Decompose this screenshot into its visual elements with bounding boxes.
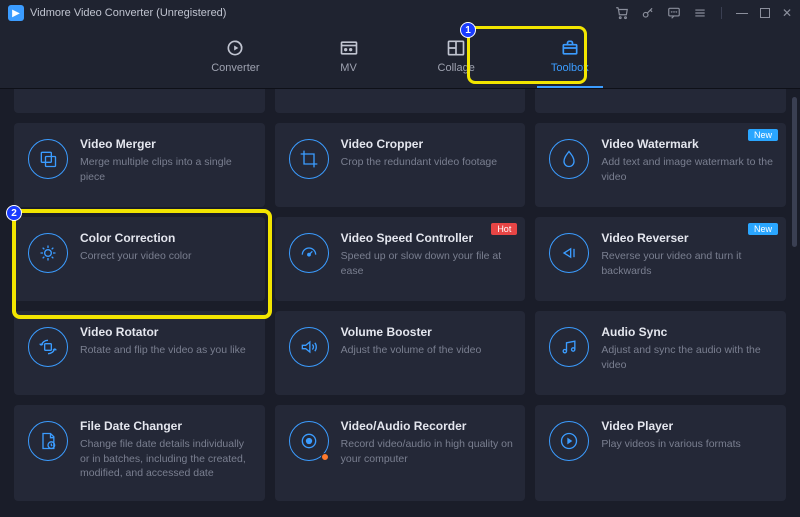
tool-card-stub[interactable]	[14, 89, 265, 113]
minimize-button[interactable]	[736, 13, 748, 14]
tool-card-stub[interactable]	[535, 89, 786, 113]
tool-video-watermark[interactable]: New Video Watermark Add text and image w…	[535, 123, 786, 207]
tool-desc: Add text and image watermark to the vide…	[601, 155, 774, 184]
tab-collage[interactable]: Collage	[424, 36, 489, 76]
tool-card-stub[interactable]	[275, 89, 526, 113]
tool-title: Video/Audio Recorder	[341, 419, 514, 433]
toolbox-icon	[557, 38, 583, 58]
tool-desc: Correct your video color	[80, 249, 191, 264]
tool-title: Video Cropper	[341, 137, 497, 151]
merge-icon	[28, 139, 68, 179]
separator	[721, 7, 722, 19]
tool-desc: Crop the redundant video footage	[341, 155, 497, 170]
tool-speed-controller[interactable]: Hot Video Speed Controller Speed up or s…	[275, 217, 526, 301]
tool-video-rotator[interactable]: Video Rotator Rotate and flip the video …	[14, 311, 265, 395]
recorder-icon	[289, 421, 329, 461]
rotate-icon	[28, 327, 68, 367]
volume-icon	[289, 327, 329, 367]
tool-color-correction[interactable]: Color Correction Correct your video colo…	[14, 217, 265, 301]
menu-icon[interactable]	[693, 6, 707, 20]
tool-title: Video Rotator	[80, 325, 246, 339]
alert-dot-icon	[321, 453, 329, 461]
tool-title: Video Merger	[80, 137, 253, 151]
tool-video-merger[interactable]: Video Merger Merge multiple clips into a…	[14, 123, 265, 207]
tool-desc: Change file date details individually or…	[80, 437, 253, 481]
tool-title: Volume Booster	[341, 325, 482, 339]
tab-toolbox[interactable]: Toolbox	[537, 36, 603, 76]
main-tabs: Converter MV Collage Toolbox	[0, 26, 800, 89]
annotation-number-1: 1	[460, 22, 476, 38]
tool-title: Audio Sync	[601, 325, 774, 339]
tool-desc: Speed up or slow down your file at ease	[341, 249, 514, 278]
watermark-icon	[549, 139, 589, 179]
tool-file-date-changer[interactable]: File Date Changer Change file date detai…	[14, 405, 265, 501]
tool-desc: Rotate and flip the video as you like	[80, 343, 246, 358]
tool-video-player[interactable]: Video Player Play videos in various form…	[535, 405, 786, 501]
app-logo: ▶	[8, 5, 24, 21]
tool-title: Video Player	[601, 419, 740, 433]
scrollbar[interactable]	[792, 97, 797, 247]
tool-desc: Reverse your video and turn it backwards	[601, 249, 774, 278]
tab-label: Toolbox	[551, 62, 589, 74]
crop-icon	[289, 139, 329, 179]
tab-label: Converter	[211, 62, 259, 74]
badge-new: New	[748, 223, 778, 235]
tab-mv[interactable]: MV	[322, 36, 376, 76]
window-controls: ✕	[615, 6, 792, 20]
tool-title: File Date Changer	[80, 419, 253, 433]
tab-label: MV	[340, 62, 357, 74]
badge-new: New	[748, 129, 778, 141]
feedback-icon[interactable]	[667, 6, 681, 20]
color-icon	[28, 233, 68, 273]
tool-desc: Adjust the volume of the video	[341, 343, 482, 358]
titlebar: ▶ Vidmore Video Converter (Unregistered)…	[0, 0, 800, 26]
toolbox-scroll: Video Merger Merge multiple clips into a…	[0, 89, 800, 517]
app-title: Vidmore Video Converter (Unregistered)	[30, 7, 226, 19]
tool-desc: Play videos in various formats	[601, 437, 740, 452]
mv-icon	[336, 38, 362, 58]
tool-desc: Adjust and sync the audio with the video	[601, 343, 774, 372]
converter-icon	[222, 38, 248, 58]
reverse-icon	[549, 233, 589, 273]
tool-video-audio-recorder[interactable]: Video/Audio Recorder Record video/audio …	[275, 405, 526, 501]
tool-video-reverser[interactable]: New Video Reverser Reverse your video an…	[535, 217, 786, 301]
tool-audio-sync[interactable]: Audio Sync Adjust and sync the audio wit…	[535, 311, 786, 395]
tool-volume-booster[interactable]: Volume Booster Adjust the volume of the …	[275, 311, 526, 395]
tool-desc: Merge multiple clips into a single piece	[80, 155, 253, 184]
tool-video-cropper[interactable]: Video Cropper Crop the redundant video f…	[275, 123, 526, 207]
collage-icon	[443, 38, 469, 58]
play-icon	[549, 421, 589, 461]
tab-label: Collage	[438, 62, 475, 74]
key-icon[interactable]	[641, 6, 655, 20]
sync-icon	[549, 327, 589, 367]
tab-converter[interactable]: Converter	[197, 36, 273, 76]
tool-title: Color Correction	[80, 231, 191, 245]
speed-icon	[289, 233, 329, 273]
annotation-number-2: 2	[6, 205, 22, 221]
close-button[interactable]: ✕	[782, 8, 792, 18]
cart-icon[interactable]	[615, 6, 629, 20]
tool-title: Video Speed Controller	[341, 231, 514, 245]
badge-hot: Hot	[491, 223, 517, 235]
maximize-button[interactable]	[760, 8, 770, 18]
tool-desc: Record video/audio in high quality on yo…	[341, 437, 514, 466]
file-date-icon	[28, 421, 68, 461]
